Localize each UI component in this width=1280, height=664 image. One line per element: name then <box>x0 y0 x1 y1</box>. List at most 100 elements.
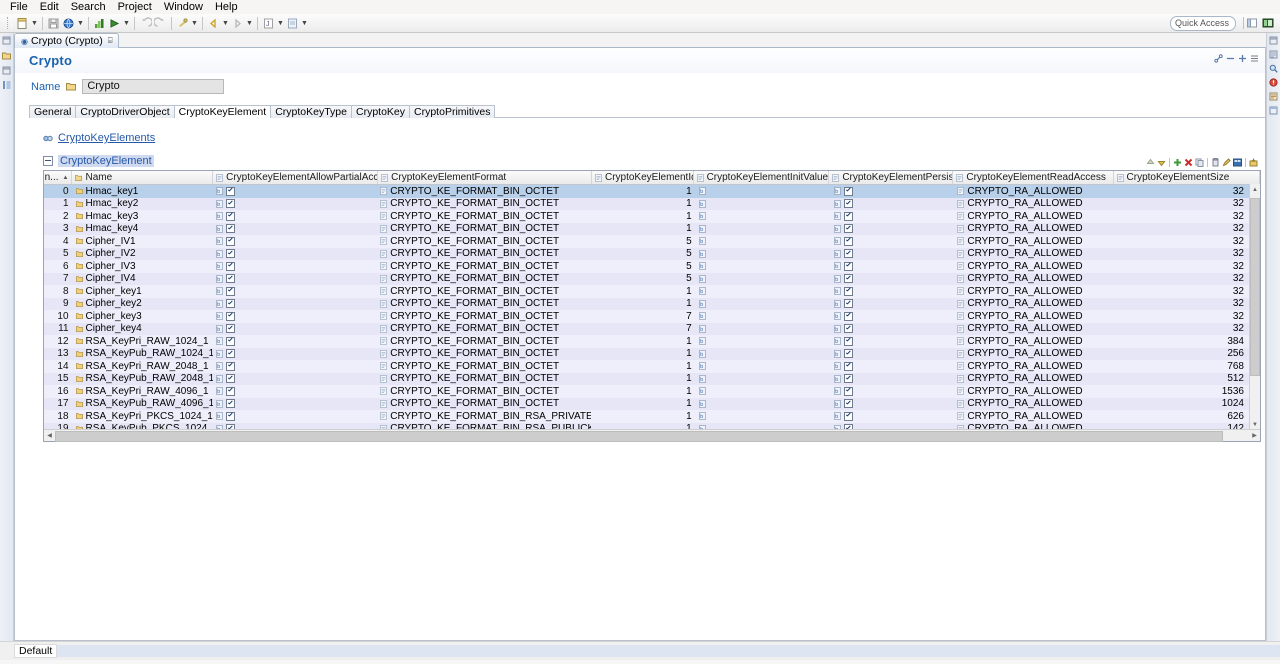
table-row[interactable]: 18 RSA_KeyPri_PKCS_1024_1 b CRYPTO_KE_FORMA… <box>44 410 1260 423</box>
cell-id[interactable]: 5 <box>591 273 696 284</box>
cell-id[interactable]: 1 <box>591 373 696 384</box>
cell-read-access[interactable]: CRYPTO_RA_ALLOWED <box>954 261 1114 272</box>
cell-size[interactable]: 32 <box>1114 261 1260 272</box>
tab-general[interactable]: General <box>29 105 77 118</box>
checkbox-persist[interactable] <box>843 399 853 409</box>
checkbox-allow-partial-access[interactable] <box>225 211 235 221</box>
cell-name[interactable]: RSA_KeyPri_RAW_4096_1 <box>73 386 213 397</box>
cell-persist[interactable]: b <box>831 236 954 246</box>
cell-name[interactable]: Cipher_key2 <box>73 298 213 309</box>
table-row[interactable]: 2 Hmac_key3 b CRYPTO_KE_FORMAT_BIN_OCTET 1 b b… <box>44 210 1260 223</box>
checkbox-persist[interactable] <box>843 199 853 209</box>
table-row[interactable]: 14 RSA_KeyPri_RAW_2048_1 b CRYPTO_KE_FORMAT… <box>44 360 1260 373</box>
cell-size[interactable]: 1024 <box>1114 398 1260 409</box>
cell-format[interactable]: CRYPTO_KE_FORMAT_BIN_OCTET <box>377 398 591 409</box>
expand-icon[interactable] <box>1238 54 1247 63</box>
restore-view-icon[interactable] <box>2 36 11 45</box>
checkbox-persist[interactable] <box>843 249 853 259</box>
cell-format[interactable]: CRYPTO_KE_FORMAT_BIN_OCTET <box>377 348 591 359</box>
table-row[interactable]: 5 Cipher_IV2 b CRYPTO_KE_FORMAT_BIN_OCTET 5 b… <box>44 247 1260 260</box>
cell-size[interactable]: 32 <box>1114 323 1260 334</box>
checkbox-persist[interactable] <box>843 324 853 334</box>
menu-item-file[interactable]: File <box>4 0 34 14</box>
cell-name[interactable]: RSA_KeyPub_RAW_2048_1 <box>73 373 213 384</box>
new-icon[interactable] <box>15 16 30 31</box>
checkbox-allow-partial-access[interactable] <box>225 361 235 371</box>
cell-read-access[interactable]: CRYPTO_RA_ALLOWED <box>954 198 1114 209</box>
checkbox-persist[interactable] <box>843 374 853 384</box>
checkbox-allow-partial-access[interactable] <box>225 199 235 209</box>
cell-init-value[interactable]: b <box>696 312 831 320</box>
checkbox-persist[interactable] <box>843 236 853 246</box>
checkbox-persist[interactable] <box>843 349 853 359</box>
collapse-icon[interactable] <box>1226 54 1235 63</box>
delete-icon[interactable] <box>1184 158 1193 167</box>
cell-id[interactable]: 7 <box>591 311 696 322</box>
cell-format[interactable]: CRYPTO_KE_FORMAT_BIN_OCTET <box>377 198 591 209</box>
restore-view-icon[interactable] <box>1269 36 1278 45</box>
cell-size[interactable]: 32 <box>1114 311 1260 322</box>
cell-allow-partial-access[interactable]: b <box>213 249 378 259</box>
cell-size[interactable]: 384 <box>1114 336 1260 347</box>
cell-index[interactable]: 15 <box>44 373 73 384</box>
cell-index[interactable]: 17 <box>44 398 73 409</box>
console-view-icon[interactable] <box>1269 92 1278 101</box>
table-row[interactable]: 13 RSA_KeyPub_RAW_1024_1 b CRYPTO_KE_FORMAT… <box>44 347 1260 360</box>
cell-read-access[interactable]: CRYPTO_RA_ALLOWED <box>954 311 1114 322</box>
cell-read-access[interactable]: CRYPTO_RA_ALLOWED <box>954 223 1114 234</box>
tab-cryptodriverobject[interactable]: CryptoDriverObject <box>75 105 175 118</box>
table-row[interactable]: 11 Cipher_key4 b CRYPTO_KE_FORMAT_BIN_OCTET… <box>44 322 1260 335</box>
cell-format[interactable]: CRYPTO_KE_FORMAT_BIN_OCTET <box>377 273 591 284</box>
table-row[interactable]: 1 Hmac_key2 b CRYPTO_KE_FORMAT_BIN_OCTET 1 b b… <box>44 197 1260 210</box>
cell-persist[interactable]: b <box>831 186 954 196</box>
project-explorer-icon[interactable] <box>2 51 11 60</box>
tab-cryptokeyelement[interactable]: CryptoKeyElement <box>173 105 272 118</box>
cell-read-access[interactable]: CRYPTO_RA_ALLOWED <box>954 348 1114 359</box>
table-vertical-scrollbar[interactable]: ▲ ▼ <box>1249 184 1260 430</box>
cell-allow-partial-access[interactable]: b <box>213 374 378 384</box>
scroll-up-button[interactable]: ▲ <box>1250 184 1260 195</box>
cell-init-value[interactable]: b <box>696 299 831 308</box>
table-row[interactable]: 15 RSA_KeyPub_RAW_2048_1 b CRYPTO_KE_FORMAT… <box>44 372 1260 385</box>
add-icon[interactable] <box>1173 158 1182 167</box>
checkbox-persist[interactable] <box>843 311 853 321</box>
cell-allow-partial-access[interactable]: b <box>213 299 378 309</box>
cell-persist[interactable]: b <box>831 311 954 321</box>
cell-persist[interactable]: b <box>831 249 954 259</box>
table-row[interactable]: 12 RSA_KeyPri_RAW_1024_1 b CRYPTO_KE_FORMAT… <box>44 335 1260 348</box>
checkbox-persist[interactable] <box>843 336 853 346</box>
checkbox-persist[interactable] <box>843 299 853 309</box>
save-icon[interactable] <box>46 16 61 31</box>
globe-icon[interactable] <box>61 16 76 31</box>
cell-size[interactable]: 256 <box>1114 348 1260 359</box>
outline-view-icon[interactable] <box>2 81 11 90</box>
cell-index[interactable]: 14 <box>44 361 73 372</box>
cell-persist[interactable]: b <box>831 399 954 409</box>
column-header-persist[interactable]: CryptoKeyElementPersist <box>829 171 954 184</box>
cell-id[interactable]: 7 <box>591 323 696 334</box>
menu-item-edit[interactable]: Edit <box>34 0 65 14</box>
cell-id[interactable]: 1 <box>591 411 696 422</box>
cell-init-value[interactable]: b <box>696 274 831 283</box>
pin-icon[interactable]: ⌸ <box>108 36 113 46</box>
cell-index[interactable]: 8 <box>44 286 73 297</box>
tab-cryptokey[interactable]: CryptoKey <box>350 105 411 118</box>
cell-name[interactable]: Hmac_key3 <box>73 211 213 222</box>
checkbox-allow-partial-access[interactable] <box>225 261 235 271</box>
new-dropdown-arrow[interactable]: ▼ <box>30 16 39 31</box>
cell-allow-partial-access[interactable]: b <box>213 311 378 321</box>
cell-name[interactable]: RSA_KeyPri_RAW_1024_1 <box>73 336 213 347</box>
open-resource-icon[interactable] <box>285 16 300 31</box>
cell-index[interactable]: 4 <box>44 236 73 247</box>
cell-id[interactable]: 1 <box>591 211 696 222</box>
column-header-id[interactable]: CryptoKeyElementId <box>592 171 694 184</box>
cell-init-value[interactable]: b <box>696 387 831 395</box>
back-dropdown-arrow[interactable]: ▼ <box>221 16 230 31</box>
cell-index[interactable]: 9 <box>44 298 73 309</box>
cell-name[interactable]: RSA_KeyPri_PKCS_1024_1 <box>73 411 213 422</box>
cell-name[interactable]: RSA_KeyPub_RAW_1024_1 <box>73 348 213 359</box>
checkbox-persist[interactable] <box>843 224 853 234</box>
cell-name[interactable]: Cipher_IV2 <box>73 248 213 259</box>
cell-id[interactable]: 1 <box>591 298 696 309</box>
cell-allow-partial-access[interactable]: b <box>213 361 378 371</box>
